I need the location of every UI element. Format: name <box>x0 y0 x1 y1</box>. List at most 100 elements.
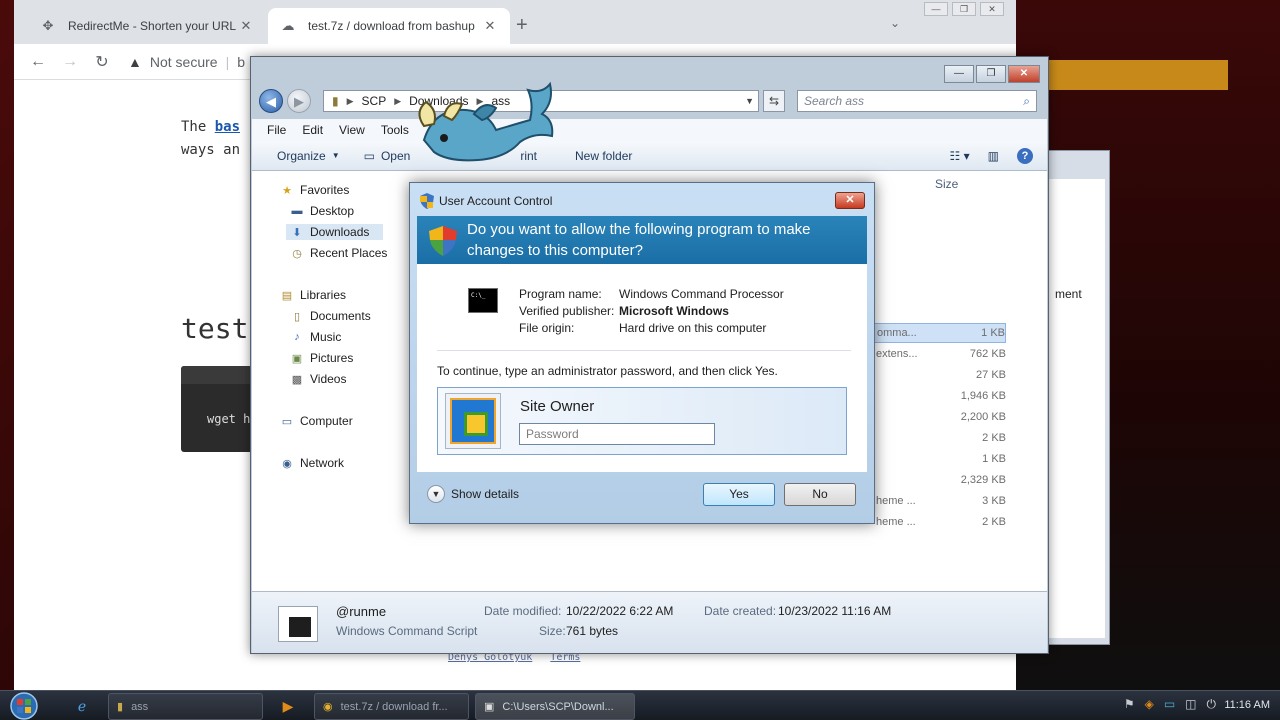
taskbar-item-label: C:\Users\SCP\Downl... <box>502 700 614 713</box>
new-tab-icon[interactable]: + <box>516 14 528 37</box>
nav-favorites[interactable]: ★ Favorites <box>280 183 349 197</box>
file-row[interactable]: 1,946 KB <box>872 386 1006 406</box>
nav-computer[interactable]: ▭ Computer <box>280 414 353 428</box>
view-controls: ☷ ▾ ▥ ? <box>950 147 1033 164</box>
refresh-icon[interactable]: ⇆ <box>763 90 785 112</box>
credential-tile[interactable]: Site Owner <box>437 387 847 455</box>
back-arrow-icon[interactable]: ◀ <box>259 89 283 113</box>
chevron-down-icon[interactable]: ⌄ <box>890 16 900 30</box>
reload-icon[interactable]: ↻ <box>86 52 118 72</box>
url-text: b <box>237 53 245 70</box>
help-icon[interactable]: ? <box>1017 147 1033 164</box>
breadcrumb-scp[interactable]: SCP <box>362 94 387 108</box>
show-details-toggle[interactable]: ▼ Show details <box>427 485 519 503</box>
file-origin-value: Hard drive on this computer <box>619 321 767 335</box>
file-row[interactable]: heme ... 3 KB <box>872 491 1006 511</box>
nav-downloads[interactable]: ⬇ Downloads <box>286 224 384 240</box>
minimize-icon[interactable]: — <box>924 2 948 16</box>
uac-question: Do you want to allow the following progr… <box>467 221 811 259</box>
file-row[interactable]: 2,200 KB <box>872 407 1006 427</box>
nav-documents[interactable]: ▯ Documents <box>290 309 371 323</box>
column-header-size[interactable]: Size <box>935 177 958 191</box>
desktop-icon: ▬ <box>291 205 303 217</box>
vaporeon-sprite <box>418 81 554 162</box>
chevron-down-icon[interactable]: ▼ <box>427 485 445 503</box>
browser-tab-redirectme[interactable]: ✥ RedirectMe - Shorten your URL ✕ <box>28 8 266 44</box>
taskbar-item-explorer[interactable]: ▮ ass <box>108 693 263 720</box>
file-row[interactable]: extens... 762 KB <box>872 344 1006 364</box>
nav-music-label: Music <box>310 330 342 344</box>
back-arrow-icon[interactable]: ← <box>22 53 54 71</box>
code-snippet: wget h <box>207 412 251 426</box>
menu-file[interactable]: File <box>267 123 286 137</box>
close-icon[interactable]: ✕ <box>980 2 1004 16</box>
omnibox[interactable]: ▲ Not secure | b <box>128 54 245 70</box>
chevron-down-icon[interactable]: ▼ <box>745 96 754 106</box>
nav-pictures[interactable]: ▣ Pictures <box>290 351 354 365</box>
security-icon[interactable]: ◈ <box>1145 697 1154 712</box>
start-button[interactable] <box>4 691 44 720</box>
menu-view[interactable]: View <box>339 123 365 137</box>
new-folder-button[interactable]: New folder <box>575 149 632 163</box>
security-status: Not secure <box>149 53 218 70</box>
warning-icon: ▲ <box>128 53 142 70</box>
command-prompt-icon: ▣ <box>484 701 495 713</box>
background-window: ment <box>1040 150 1110 645</box>
forward-arrow-icon[interactable]: ▶ <box>287 89 311 113</box>
intro-link[interactable]: bas <box>215 119 240 135</box>
explorer-window-controls: — ❐ ✕ <box>944 65 1040 83</box>
organize-button[interactable]: Organize ▼ <box>277 149 340 163</box>
maximize-icon[interactable]: ❐ <box>952 2 976 16</box>
password-field[interactable] <box>519 423 715 445</box>
close-icon[interactable]: ✕ <box>835 192 865 209</box>
file-size: 2 KB <box>982 432 1006 444</box>
internet-explorer-icon[interactable]: ℯ <box>62 694 102 719</box>
file-row[interactable]: omma... 1 KB <box>872 323 1006 343</box>
browser-tab-download[interactable]: ☁ test.7z / download from bashup ✕ <box>268 8 510 44</box>
file-row[interactable]: 1 KB <box>872 449 1006 469</box>
maximize-icon[interactable]: ❐ <box>976 65 1006 83</box>
media-player-icon[interactable]: ▶ <box>268 694 308 719</box>
flag-icon[interactable]: ⚑ <box>1124 697 1135 712</box>
yes-button[interactable]: Yes <box>703 483 775 506</box>
file-row[interactable]: 2 KB <box>872 428 1006 448</box>
view-options-icon[interactable]: ☷ ▾ <box>950 149 970 163</box>
network-icon[interactable]: ◫ <box>1185 697 1196 712</box>
forward-arrow-icon[interactable]: → <box>54 53 86 71</box>
uac-footer: ▼ Show details Yes No <box>417 472 867 517</box>
file-size: 762 KB <box>969 348 1006 360</box>
nav-recent-places[interactable]: ◷ Recent Places <box>290 246 387 260</box>
file-name: heme ... <box>876 516 916 528</box>
nav-network[interactable]: ◉ Network <box>280 456 344 470</box>
display-icon[interactable]: ▭ <box>1164 697 1175 712</box>
minimize-icon[interactable]: — <box>944 65 974 83</box>
close-icon[interactable]: ✕ <box>238 18 254 34</box>
nav-libraries[interactable]: ▤ Libraries <box>280 288 346 302</box>
file-row[interactable]: heme ... 2 KB <box>872 512 1006 532</box>
file-row[interactable]: 2,329 KB <box>872 470 1006 490</box>
page-intro: The bas ways an <box>181 116 240 162</box>
power-icon[interactable]: ⏻ <box>1207 697 1217 712</box>
menu-edit[interactable]: Edit <box>302 123 323 137</box>
cloud-icon: ☁ <box>281 18 295 33</box>
search-input[interactable]: Search ass ⌕ <box>797 90 1037 112</box>
search-icon[interactable]: ⌕ <box>1023 94 1030 109</box>
explorer-titlebar: — ❐ ✕ <box>251 57 1048 91</box>
taskbar-item-cmd[interactable]: ▣ C:\Users\SCP\Downl... <box>475 693 635 720</box>
nav-computer-label: Computer <box>300 414 353 428</box>
uac-instruction: To continue, type an administrator passw… <box>437 364 778 378</box>
nav-downloads-label: Downloads <box>310 225 370 239</box>
background-window-label: ment <box>1055 287 1082 301</box>
close-icon[interactable]: ✕ <box>1008 65 1040 83</box>
file-row[interactable]: 27 KB <box>872 365 1006 385</box>
nav-desktop[interactable]: ▬ Desktop <box>290 204 355 218</box>
nav-videos[interactable]: ▩ Videos <box>290 372 347 386</box>
no-button[interactable]: No <box>784 483 856 506</box>
nav-music[interactable]: ♪ Music <box>290 330 341 344</box>
downloads-icon: ⬇ <box>292 226 302 239</box>
clock[interactable]: 11:16 AM <box>1224 699 1270 711</box>
close-icon[interactable]: ✕ <box>482 18 498 34</box>
taskbar-item-chrome[interactable]: ◉ test.7z / download fr... <box>314 693 469 720</box>
preview-pane-icon[interactable]: ▥ <box>988 149 999 163</box>
network-icon: ◉ <box>282 457 292 470</box>
